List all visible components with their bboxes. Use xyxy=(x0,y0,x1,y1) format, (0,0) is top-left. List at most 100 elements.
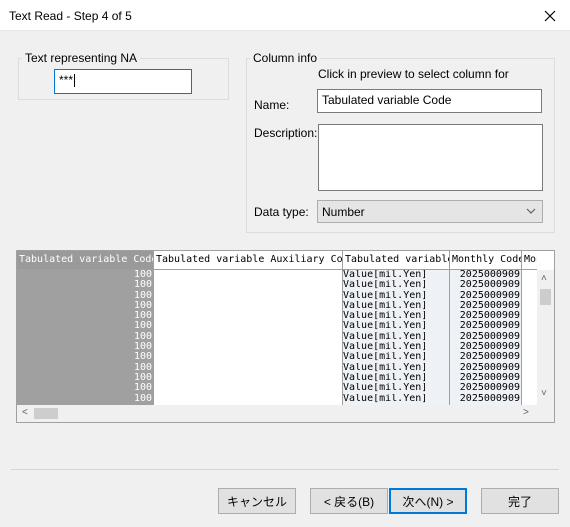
grid-cell: 2025000909 xyxy=(459,280,520,291)
grid-cell xyxy=(154,301,342,311)
grid-cell: Value[mil.Yen] xyxy=(343,372,428,383)
vertical-scroll-thumb[interactable] xyxy=(540,289,551,305)
name-value: Tabulated variable Code xyxy=(322,93,452,107)
scroll-right-icon[interactable]: > xyxy=(523,407,529,418)
grid-cell: 2025000909 xyxy=(459,300,520,311)
grid-cell: 100 xyxy=(133,383,152,394)
grid-cell: 100 xyxy=(133,342,152,353)
grid-cell: 100 xyxy=(133,270,152,280)
back-button-label: < 戻る(B) xyxy=(323,494,375,509)
grid-cell: 100 xyxy=(133,393,152,404)
back-button[interactable]: < 戻る(B) xyxy=(310,488,388,514)
close-icon xyxy=(544,10,556,21)
grid-column[interactable]: 2025000909 2025000909 2025000909 2025000909… xyxy=(450,270,522,406)
grid-cell xyxy=(154,363,342,373)
column-header[interactable]: Monthly Code xyxy=(450,251,522,270)
grid-cell: Value[mil.Yen] xyxy=(343,280,428,291)
column-header[interactable]: Tabulated variable Code xyxy=(17,251,154,270)
next-button[interactable]: 次へ(N) > xyxy=(389,488,467,514)
grid-cell: 100 xyxy=(133,280,152,291)
column-info-hint: Click in preview to select column for xyxy=(318,67,509,81)
datatype-label: Data type: xyxy=(254,205,309,219)
column-header-label: Tabulated variable Auxiliary Code xyxy=(156,254,343,265)
next-button-label: 次へ(N) > xyxy=(402,494,454,509)
datatype-select[interactable]: Number xyxy=(317,200,543,223)
grid-cell: 2025000909 xyxy=(459,372,520,383)
name-input[interactable]: Tabulated variable Code xyxy=(317,89,542,113)
grid-cell xyxy=(154,291,342,301)
title-bar: Text Read - Step 4 of 5 xyxy=(0,0,570,31)
text-caret xyxy=(74,74,76,88)
grid-cell xyxy=(154,383,342,393)
description-input[interactable] xyxy=(318,124,543,191)
grid-cell xyxy=(154,270,342,280)
scroll-left-icon[interactable]: < xyxy=(22,407,28,418)
grid-cell: 2025000909 xyxy=(459,342,520,353)
column-header-label: Monthly Code xyxy=(452,254,522,265)
grid-cell: 2025000909 xyxy=(459,393,520,404)
grid-cell: Value[mil.Yen] xyxy=(343,321,428,332)
grid-cell: 100 xyxy=(133,362,152,373)
window-title: Text Read - Step 4 of 5 xyxy=(9,9,132,23)
grid-header-row: Tabulated variable Code Tabulated variab… xyxy=(17,251,537,270)
grid-body[interactable]: 100 100 100 100 100 100 100 100 100 100 100 100 100 … xyxy=(17,270,539,406)
vertical-scrollbar[interactable]: ˄ ˅ xyxy=(537,270,554,406)
grid-cell: Value[mil.Yen] xyxy=(343,311,428,322)
grid-cell: 100 xyxy=(133,311,152,322)
scroll-down-icon[interactable]: ˅ xyxy=(541,388,547,399)
grid-cell: 100 xyxy=(133,331,152,342)
grid-cell xyxy=(154,280,342,290)
grid-cell: 2025000909 xyxy=(459,383,520,394)
grid-cell: Value[mil.Yen] xyxy=(343,270,428,280)
cancel-button-label: キャンセル xyxy=(226,494,287,509)
grid-cell: 100 xyxy=(133,321,152,332)
cancel-button[interactable]: キャンセル xyxy=(218,488,296,514)
grid-cell xyxy=(154,311,342,321)
grid-column[interactable]: Value[mil.Yen] Value[mil.Yen] Value[mil.Ye… xyxy=(343,270,450,406)
horizontal-scroll-thumb[interactable] xyxy=(34,408,58,419)
grid-cell xyxy=(154,394,342,404)
grid-cell: 2025000909 xyxy=(459,290,520,301)
name-label: Name: xyxy=(254,98,290,112)
column-header-label: Monthl xyxy=(524,254,537,265)
preview-grid[interactable]: Tabulated variable Code Tabulated variab… xyxy=(16,250,555,423)
grid-cell: 2025000909 xyxy=(459,321,520,332)
grid-cell: Value[mil.Yen] xyxy=(343,290,428,301)
chevron-down-icon xyxy=(526,208,536,214)
grid-cell: Value[mil.Yen] xyxy=(343,342,428,353)
grid-cell: Value[mil.Yen] xyxy=(343,352,428,363)
grid-cell: 2025000909 xyxy=(459,270,520,280)
grid-cell: 100 xyxy=(133,352,152,363)
column-header-label: Tabulated variable Code xyxy=(19,254,154,265)
grid-cell xyxy=(154,321,342,331)
scroll-up-icon[interactable]: ˄ xyxy=(541,273,547,284)
finish-button-label: 完了 xyxy=(507,494,532,509)
grid-cell xyxy=(154,332,342,342)
grid-cell xyxy=(154,352,342,362)
finish-button[interactable]: 完了 xyxy=(481,488,559,514)
close-button[interactable] xyxy=(530,0,570,31)
na-text-value: *** xyxy=(59,73,74,87)
na-text-input[interactable]: *** xyxy=(54,69,192,94)
column-info-label: Column info xyxy=(250,51,321,65)
footer-separator xyxy=(11,469,559,470)
column-header[interactable]: Tabulated variable xyxy=(343,251,450,270)
grid-cell: Value[mil.Yen] xyxy=(343,362,428,373)
grid-cell: 100 xyxy=(133,290,152,301)
grid-cell: 100 xyxy=(133,372,152,383)
horizontal-scrollbar[interactable]: < > xyxy=(17,405,554,422)
grid-column[interactable] xyxy=(154,270,343,406)
grid-cell: Value[mil.Yen] xyxy=(343,383,428,394)
grid-cell: Value[mil.Yen] xyxy=(343,300,428,311)
grid-cell xyxy=(154,373,342,383)
grid-column[interactable]: 100 100 100 100 100 100 100 100 100 100 100 100 100 xyxy=(17,270,154,406)
column-header[interactable]: Tabulated variable Auxiliary Code xyxy=(154,251,343,270)
grid-cell: 100 xyxy=(133,300,152,311)
column-header[interactable]: Monthl xyxy=(522,251,537,270)
description-label: Description: xyxy=(254,126,318,140)
grid-cell: 2025000909 xyxy=(459,352,520,363)
grid-cell: 2025000909 xyxy=(459,362,520,373)
grid-cell: Value[mil.Yen] xyxy=(343,393,428,404)
grid-cell: Value[mil.Yen] xyxy=(343,331,428,342)
grid-cell: 2025000909 xyxy=(459,311,520,322)
